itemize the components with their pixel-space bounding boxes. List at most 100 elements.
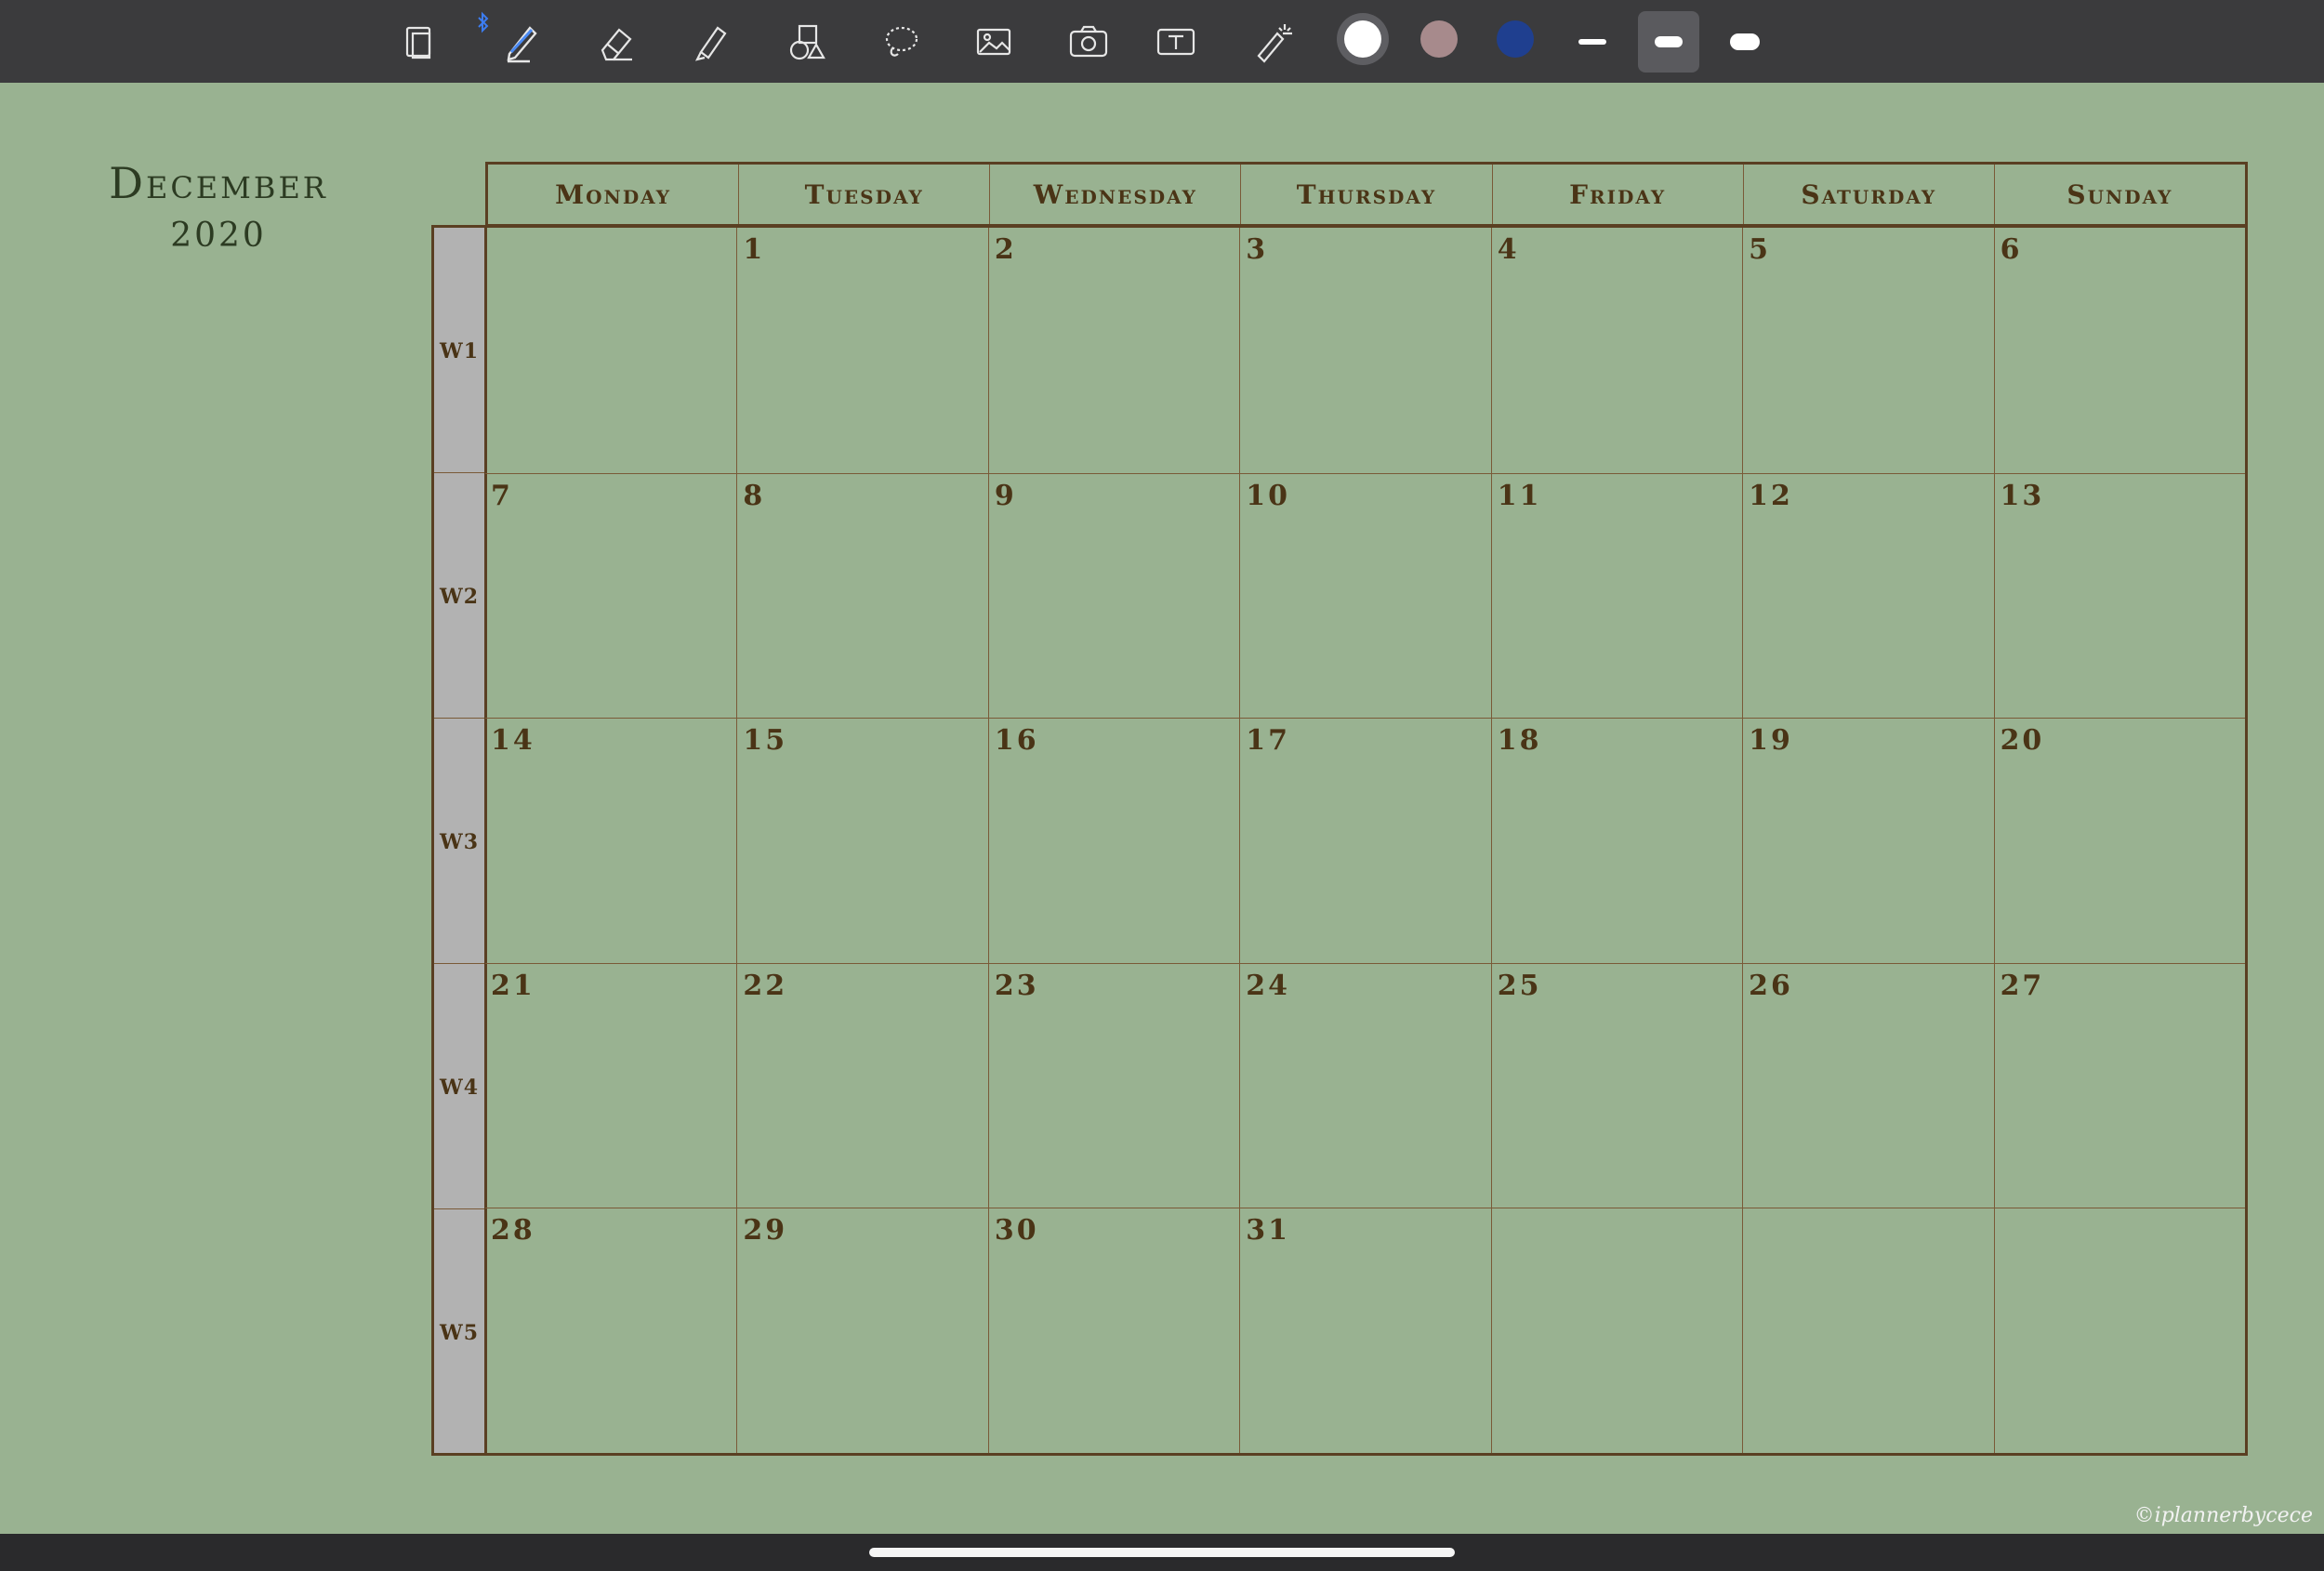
shapes-icon[interactable] [775,11,837,73]
calendar-day-cell[interactable] [485,228,736,473]
calendar-day-cell[interactable] [1993,1208,2245,1453]
calendar-day-cell[interactable]: 14 [485,718,737,963]
day-number: 3 [1246,233,1269,266]
stroke-size-thin[interactable] [1562,11,1623,73]
calendar-day-cell[interactable] [1742,1208,1994,1453]
day-number: 23 [994,969,1039,1002]
week-label[interactable]: W5 [434,1321,484,1345]
month-title: December [109,158,328,208]
calendar-day-cell[interactable]: 22 [736,962,988,1208]
day-number: 21 [491,969,535,1002]
calendar-day-cell[interactable]: 19 [1742,718,1994,963]
calendar-day-cell[interactable]: 3 [1239,228,1490,473]
calendar-day-cell[interactable]: 2 [987,228,1239,473]
color-swatch-mauve[interactable] [1420,20,1458,58]
day-number: 17 [1246,724,1291,758]
day-number: 13 [2000,479,2045,512]
calendar-day-cell[interactable]: 18 [1490,718,1743,963]
day-number: 8 [743,479,766,512]
pen-icon[interactable] [491,11,552,73]
calendar-day-cell[interactable]: 24 [1239,962,1491,1208]
week-label[interactable]: W3 [434,830,484,854]
color-swatch-white[interactable] [1344,20,1381,58]
weekday-header-row: Monday Tuesday Wednesday Thursday Friday… [485,162,2248,226]
day-number: 18 [1497,724,1542,758]
weekday-header: Sunday [1993,165,2245,224]
calendar-day-cell[interactable]: 12 [1742,472,1994,719]
calendar-day-cell[interactable]: 17 [1239,718,1491,963]
calendar-day-cell[interactable]: 13 [1993,472,2245,719]
day-number: 11 [1497,479,1542,512]
week-label[interactable]: W1 [434,339,484,363]
day-number: 19 [1749,724,1793,758]
calendar-day-cell[interactable]: 29 [736,1208,988,1453]
week-label[interactable]: W2 [434,585,484,609]
day-number: 9 [994,479,1017,512]
eraser-icon[interactable] [586,11,647,73]
calendar-day-cell[interactable]: 27 [1993,962,2245,1208]
weekday-header: Monday [555,178,671,210]
day-number: 28 [491,1214,535,1248]
day-number: 30 [994,1214,1039,1248]
day-number: 24 [1246,969,1291,1002]
calendar-day-cell[interactable]: 15 [736,718,988,963]
watermark: ©iplannerbycece [2133,1504,2313,1527]
calendar-day-cell[interactable]: 5 [1742,228,1993,473]
calendar-day-cell[interactable]: 6 [1993,228,2245,473]
weekday-header: Friday [1491,165,1743,224]
calendar-day-cell[interactable]: 11 [1490,472,1743,719]
calendar-day-cell[interactable]: 10 [1239,472,1491,719]
day-number: 6 [2000,233,2023,266]
calendar-grid: 1 2 3 4 5 6 7 8 9 10 11 12 13 14 15 16 17 18 19 20 21 22 23 24 2… [485,225,2248,1456]
day-number: 16 [994,724,1039,758]
day-number: 29 [743,1214,788,1248]
week-label[interactable]: W4 [434,1076,484,1100]
stroke-size-medium[interactable] [1638,11,1699,73]
weekday-header: Tuesday [738,165,989,224]
home-indicator[interactable] [869,1548,1455,1557]
calendar-day-cell[interactable]: 23 [987,962,1240,1208]
day-number: 26 [1749,969,1793,1002]
day-number: 27 [2000,969,2045,1002]
calendar-day-cell[interactable]: 21 [485,962,737,1208]
calendar-day-cell[interactable]: 4 [1490,228,1742,473]
camera-icon[interactable] [1058,11,1119,73]
text-icon[interactable] [1145,11,1207,73]
laser-pointer-icon[interactable] [1242,11,1303,73]
calendar-day-cell[interactable]: 31 [1239,1208,1491,1453]
calendar-day-cell[interactable]: 26 [1742,962,1994,1208]
stroke-size-thick[interactable] [1714,11,1776,73]
calendar-day-cell[interactable]: 8 [736,472,988,719]
image-icon[interactable] [963,11,1024,73]
lasso-icon[interactable] [870,11,931,73]
calendar-day-cell[interactable]: 20 [1993,718,2245,963]
calendar-day-cell[interactable]: 7 [485,472,737,719]
calendar-day-cell[interactable]: 1 [736,228,987,473]
calendar-day-cell[interactable] [1490,1208,1743,1453]
calendar-day-cell[interactable]: 9 [987,472,1240,719]
weekday-header: Saturday [1742,165,1994,224]
calendar-day-cell[interactable]: 28 [485,1208,737,1453]
day-number: 4 [1497,233,1520,266]
calendar-day-cell[interactable]: 16 [987,718,1240,963]
pages-icon[interactable] [389,11,450,73]
day-number: 12 [1749,479,1793,512]
day-number: 5 [1749,233,1772,266]
day-number: 10 [1246,479,1291,512]
day-number: 15 [743,724,788,758]
week-number-column: W1 W2 W3 W4 W5 [431,225,487,1456]
day-number: 31 [1246,1214,1291,1248]
day-number: 14 [491,724,535,758]
calendar-day-cell[interactable]: 30 [987,1208,1240,1453]
day-number: 22 [743,969,788,1002]
highlighter-icon[interactable] [680,11,742,73]
day-number: 7 [491,479,513,512]
day-number: 1 [743,233,766,266]
day-number: 25 [1497,969,1542,1002]
color-swatch-blue[interactable] [1497,20,1534,58]
day-number: 20 [2000,724,2045,758]
drawing-toolbar [0,0,2324,83]
day-number: 2 [994,233,1017,266]
calendar-day-cell[interactable]: 25 [1490,962,1743,1208]
year-title: 2020 [170,217,267,255]
